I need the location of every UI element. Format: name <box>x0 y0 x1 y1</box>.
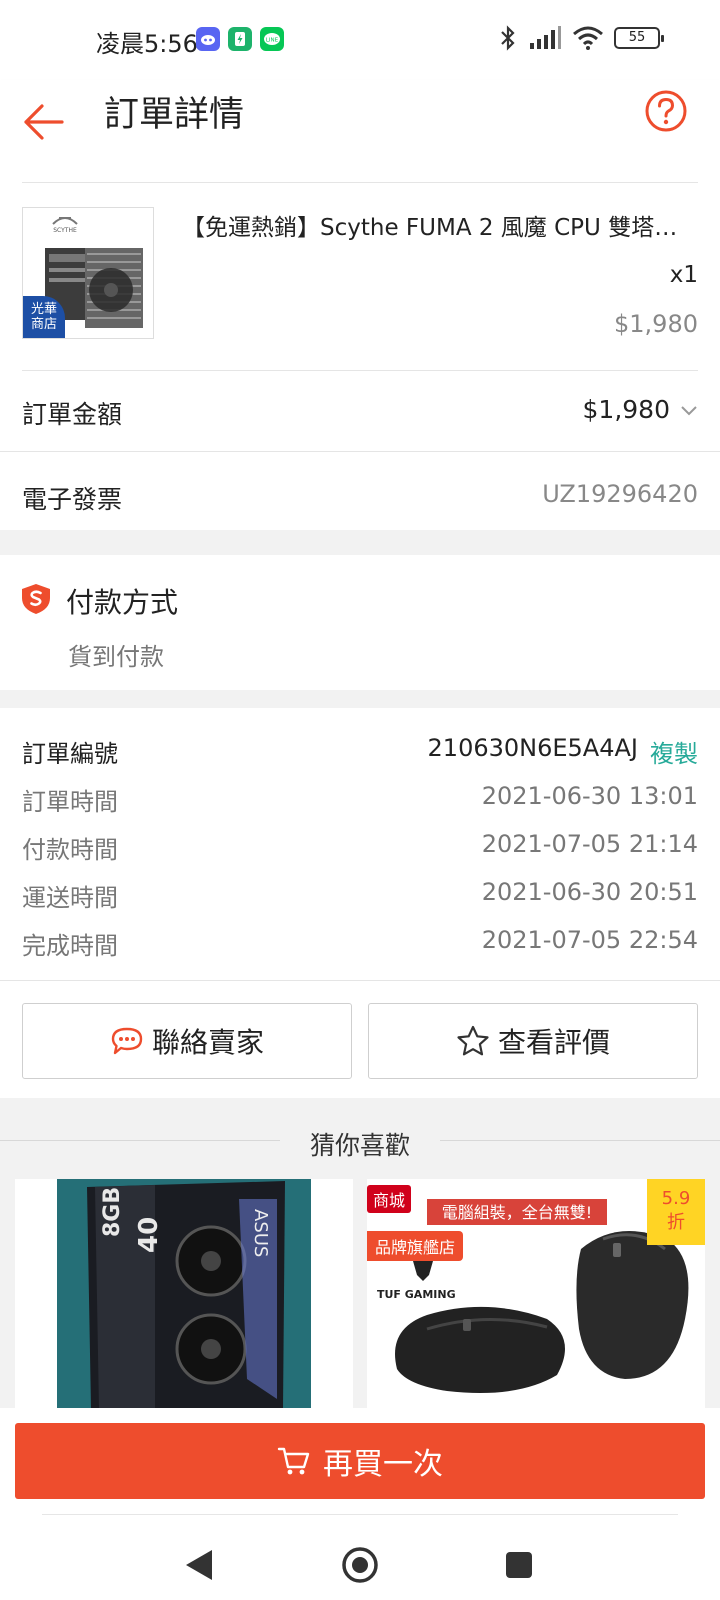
cart-icon <box>277 1447 310 1475</box>
status-icons: 55 <box>498 24 664 52</box>
battery-indicator: 55 <box>614 27 664 49</box>
completion-time-label: 完成時間 <box>22 932 118 960</box>
chevron-down-icon <box>681 406 697 416</box>
box-text: 8GB <box>100 1187 125 1237</box>
nav-recents-icon[interactable] <box>505 1551 533 1579</box>
divider <box>42 1514 678 1515</box>
invoice-row: 電子發票 UZ19296420 <box>0 452 720 530</box>
order-time-value: 2021-06-30 13:01 <box>481 782 698 810</box>
buy-again-button[interactable]: 再買一次 <box>15 1423 705 1499</box>
divider <box>0 980 720 981</box>
payment-method: 貨到付款 <box>68 643 164 671</box>
page-title: 訂單詳情 <box>104 95 245 135</box>
bluetooth-icon <box>501 25 515 51</box>
recommendations-title: 猜你喜歡 <box>309 1131 410 1160</box>
contact-seller-label: 聯絡賣家 <box>151 1026 264 1059</box>
nav-back-icon[interactable] <box>184 1548 214 1582</box>
status-time: 凌晨5:56 <box>96 30 198 58</box>
product-title[interactable]: 【免運熱銷】Scythe FUMA 2 風魔 CPU 雙塔… <box>182 208 702 242</box>
invoice-label: 電子發票 <box>22 485 123 514</box>
nav-home-icon[interactable] <box>341 1546 379 1584</box>
copy-button[interactable]: 複製 <box>650 734 698 769</box>
payment-card: 付款方式 貨到付款 <box>0 555 720 690</box>
svg-text:SCYTHE: SCYTHE <box>53 227 77 234</box>
discount-badge: 5.9 折 <box>647 1179 705 1245</box>
payment-time-label: 付款時間 <box>22 836 118 864</box>
invoice-number: UZ19296420 <box>542 480 698 508</box>
buy-again-label: 再買一次 <box>323 1447 443 1482</box>
help-icon[interactable] <box>644 89 688 133</box>
line-icon: LINE <box>260 27 284 51</box>
app-header: 訂單詳情 <box>0 80 720 164</box>
wifi-icon <box>573 26 603 50</box>
discord-icon <box>196 27 220 51</box>
order-time-label: 訂單時間 <box>22 788 118 816</box>
graphics-card-image: 8GB 40 ASUS <box>15 1179 353 1409</box>
shipping-time-label: 運送時間 <box>22 884 118 912</box>
signal-icon <box>530 26 561 49</box>
order-detail-screen: 凌晨5:56 LINE 55 訂單詳情 SCYTHE 光華 商店 【免運熱銷】S… <box>0 0 720 1600</box>
shopee-guarantee-icon <box>22 584 50 614</box>
status-bar: 凌晨5:56 LINE 55 <box>0 0 720 80</box>
promo-banner: 電腦組裝，全台無雙! <box>442 1203 592 1222</box>
payment-title: 付款方式 <box>66 586 179 619</box>
order-number-label: 訂單編號 <box>22 740 118 768</box>
flagship-store-badge: 品牌旗艦店 <box>367 1231 464 1261</box>
completion-time-value: 2021-07-05 22:54 <box>481 926 698 954</box>
order-number: 210630N6E5A4AJ <box>427 734 638 762</box>
product-image[interactable]: SCYTHE 光華 商店 <box>22 207 154 339</box>
order-amount-row[interactable]: 訂單金額 $1,980 <box>0 371 720 451</box>
payment-time-value: 2021-07-05 21:14 <box>481 830 698 858</box>
mall-badge: 商城 <box>367 1185 412 1213</box>
product-price: $1,980 <box>614 310 698 338</box>
brand-text: ASUS <box>250 1209 271 1257</box>
svg-text:LINE: LINE <box>266 38 279 44</box>
order-amount-label: 訂單金額 <box>22 400 123 429</box>
contact-seller-button[interactable]: 聯絡賣家 <box>22 1003 352 1079</box>
order-amount-value: $1,980 <box>582 395 670 424</box>
view-review-button[interactable]: 查看評價 <box>368 1003 698 1079</box>
divider <box>22 182 698 183</box>
recommended-product-2[interactable]: 電腦組裝，全台無雙! TUF GAMING 商城 品牌旗艦店 5.9 折 <box>367 1179 705 1409</box>
back-arrow-icon[interactable] <box>22 100 66 144</box>
chat-icon <box>111 1027 143 1055</box>
model-text: 40 <box>134 1217 164 1253</box>
view-review-label: 查看評價 <box>497 1026 610 1059</box>
product-quantity: x1 <box>669 262 698 288</box>
charging-app-icon <box>228 27 252 51</box>
shipping-time-value: 2021-06-30 20:51 <box>481 878 698 906</box>
recommended-product-1[interactable]: 8GB 40 ASUS <box>15 1179 353 1409</box>
star-icon <box>457 1025 489 1056</box>
store-badge: 光華 商店 <box>23 296 65 338</box>
brand-text: TUF GAMING <box>377 1288 456 1301</box>
